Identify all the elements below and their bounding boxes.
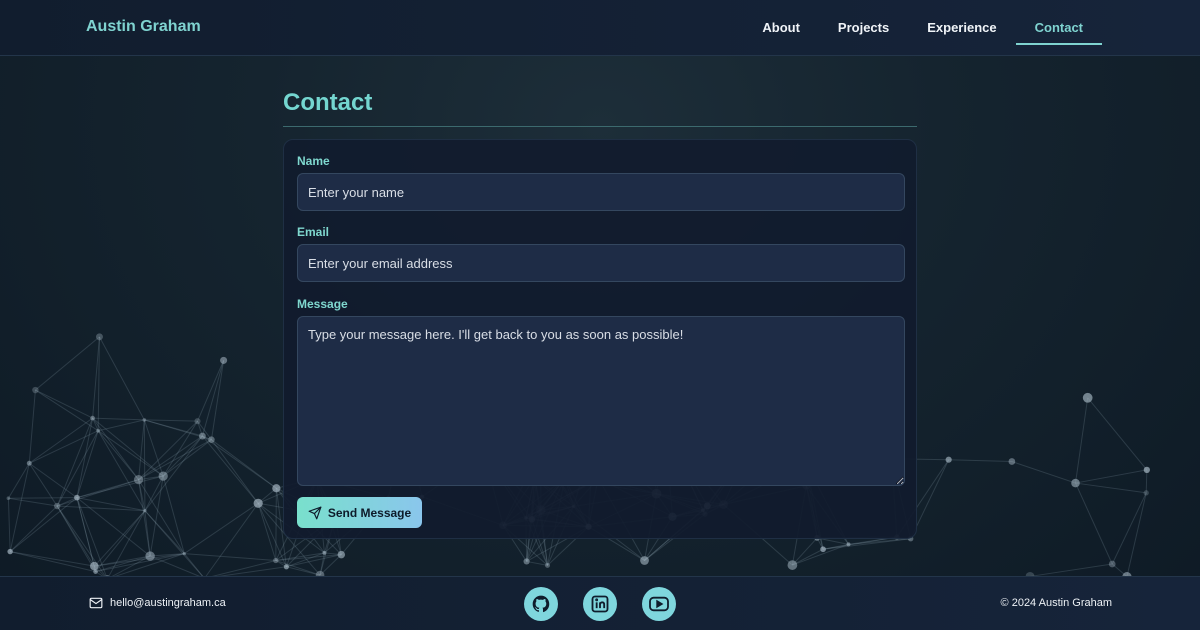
nav-about[interactable]: About <box>743 0 819 56</box>
site-footer: hello@austingraham.ca © 2024 Austin Grah… <box>0 576 1200 630</box>
linkedin-icon <box>591 595 609 613</box>
site-brand[interactable]: Austin Graham <box>86 18 201 36</box>
page-title: Contact <box>283 89 373 116</box>
linkedin-link[interactable] <box>583 587 617 621</box>
youtube-link[interactable] <box>642 587 676 621</box>
footer-email-text: hello@austingraham.ca <box>110 597 226 609</box>
message-field[interactable] <box>297 316 905 486</box>
name-field[interactable] <box>297 173 905 211</box>
title-divider <box>283 126 917 127</box>
mail-icon <box>89 597 103 609</box>
send-message-label: Send Message <box>327 505 412 520</box>
nav-contact[interactable]: Contact <box>1015 0 1103 56</box>
nav-projects[interactable]: Projects <box>819 0 908 56</box>
email-label: Email <box>297 225 330 239</box>
social-links <box>524 587 676 621</box>
main-nav: About Projects Experience Contact <box>743 0 1103 56</box>
site-header: Austin Graham About Projects Experience … <box>0 0 1200 56</box>
nav-experience[interactable]: Experience <box>908 0 1015 56</box>
copyright-text: © 2024 Austin Graham <box>1000 597 1112 609</box>
footer-email-link[interactable]: hello@austingraham.ca <box>89 597 226 609</box>
contact-form: Name Email Message Send Message <box>283 139 917 539</box>
github-link[interactable] <box>524 587 558 621</box>
send-message-button[interactable]: Send Message <box>297 497 422 528</box>
youtube-icon <box>649 596 669 612</box>
message-label: Message <box>297 297 348 311</box>
github-icon <box>532 595 550 613</box>
name-label: Name <box>297 154 330 168</box>
send-icon <box>308 506 322 519</box>
email-field[interactable] <box>297 244 905 282</box>
